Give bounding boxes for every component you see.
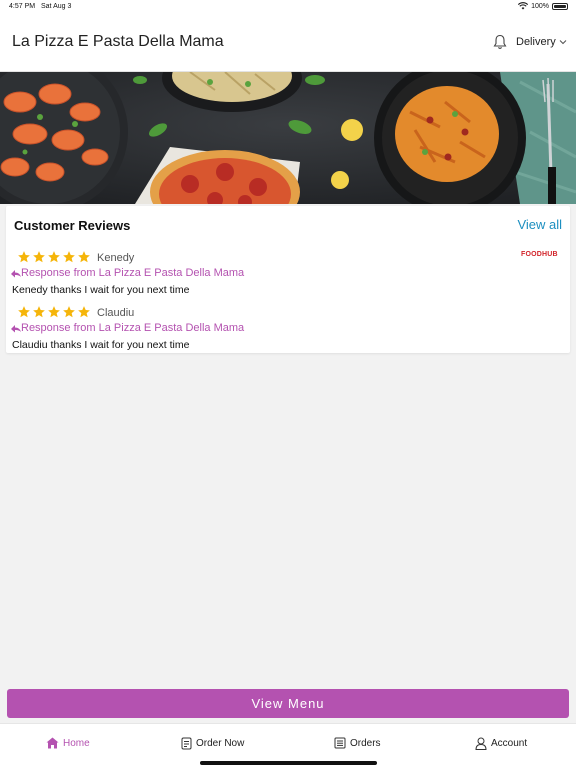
tab-orders[interactable]: Orders [334,737,381,749]
star-icon [63,251,75,263]
account-icon [475,737,487,750]
reviews-heading: Customer Reviews [14,218,131,233]
star-icon [33,251,45,263]
bell-icon[interactable] [493,34,507,50]
reviewer-name: Claudiu [97,307,135,319]
battery-percent: 100% [531,2,549,10]
view-all-reviews-link[interactable]: View all [517,217,562,232]
star-icon [33,306,45,318]
home-icon [46,737,59,749]
star-icon [18,251,30,263]
reviewer-name: Kenedy [97,252,135,264]
star-icon [48,251,60,263]
tab-home[interactable]: Home [46,737,90,749]
response-label-text: Response from La Pizza E Pasta Della Mam… [21,267,245,279]
status-date: Sat Aug 3 [41,3,72,10]
view-menu-button[interactable]: View Menu [7,689,569,718]
star-icon [18,306,30,318]
chevron-down-icon [559,40,567,45]
reply-arrow-icon [11,269,21,277]
star-icon [78,251,90,263]
delivery-mode-selector[interactable]: Delivery [516,36,567,48]
hero-banner-image [0,72,576,204]
status-bar: 4:57 PM Sat Aug 3 100% [0,0,576,14]
star-icon [63,306,75,318]
tab-account-label: Account [491,738,528,749]
delivery-mode-label: Delivery [516,36,556,48]
response-text: Claudiu thanks I wait for you next time [12,339,190,351]
tab-orders-label: Orders [350,737,381,749]
foodhub-logo: FOODHUB [521,251,558,258]
star-icon [48,306,60,318]
status-right: 100% [518,2,568,10]
battery-icon [552,2,568,10]
tab-order-now[interactable]: Order Now [181,737,244,750]
response-text: Kenedy thanks I wait for you next time [12,284,190,296]
food-banner-illustration [0,72,576,204]
star-rating [17,250,91,264]
order-icon [181,737,192,750]
response-label-text: Response from La Pizza E Pasta Della Mam… [21,322,245,334]
owner-response-label: Response from La Pizza E Pasta Della Mam… [11,267,244,279]
restaurant-title: La Pizza E Pasta Della Mama [12,33,224,50]
tab-home-label: Home [63,737,90,749]
status-time: 4:57 PM [9,3,36,10]
tab-account[interactable]: Account [475,737,527,750]
owner-response-label: Response from La Pizza E Pasta Della Mam… [11,322,244,334]
wifi-icon [518,2,529,10]
star-rating [17,305,91,319]
customer-reviews-card: Customer Reviews View all FOODHUB Kenedy… [6,206,570,353]
home-indicator [200,761,377,765]
reply-arrow-icon [11,324,21,332]
star-icon [78,306,90,318]
orders-icon [334,737,346,749]
tab-order-now-label: Order Now [196,738,245,749]
app-header: La Pizza E Pasta Della Mama Delivery [0,14,576,72]
bottom-tab-bar: Home Order Now Orders Account [0,723,576,768]
